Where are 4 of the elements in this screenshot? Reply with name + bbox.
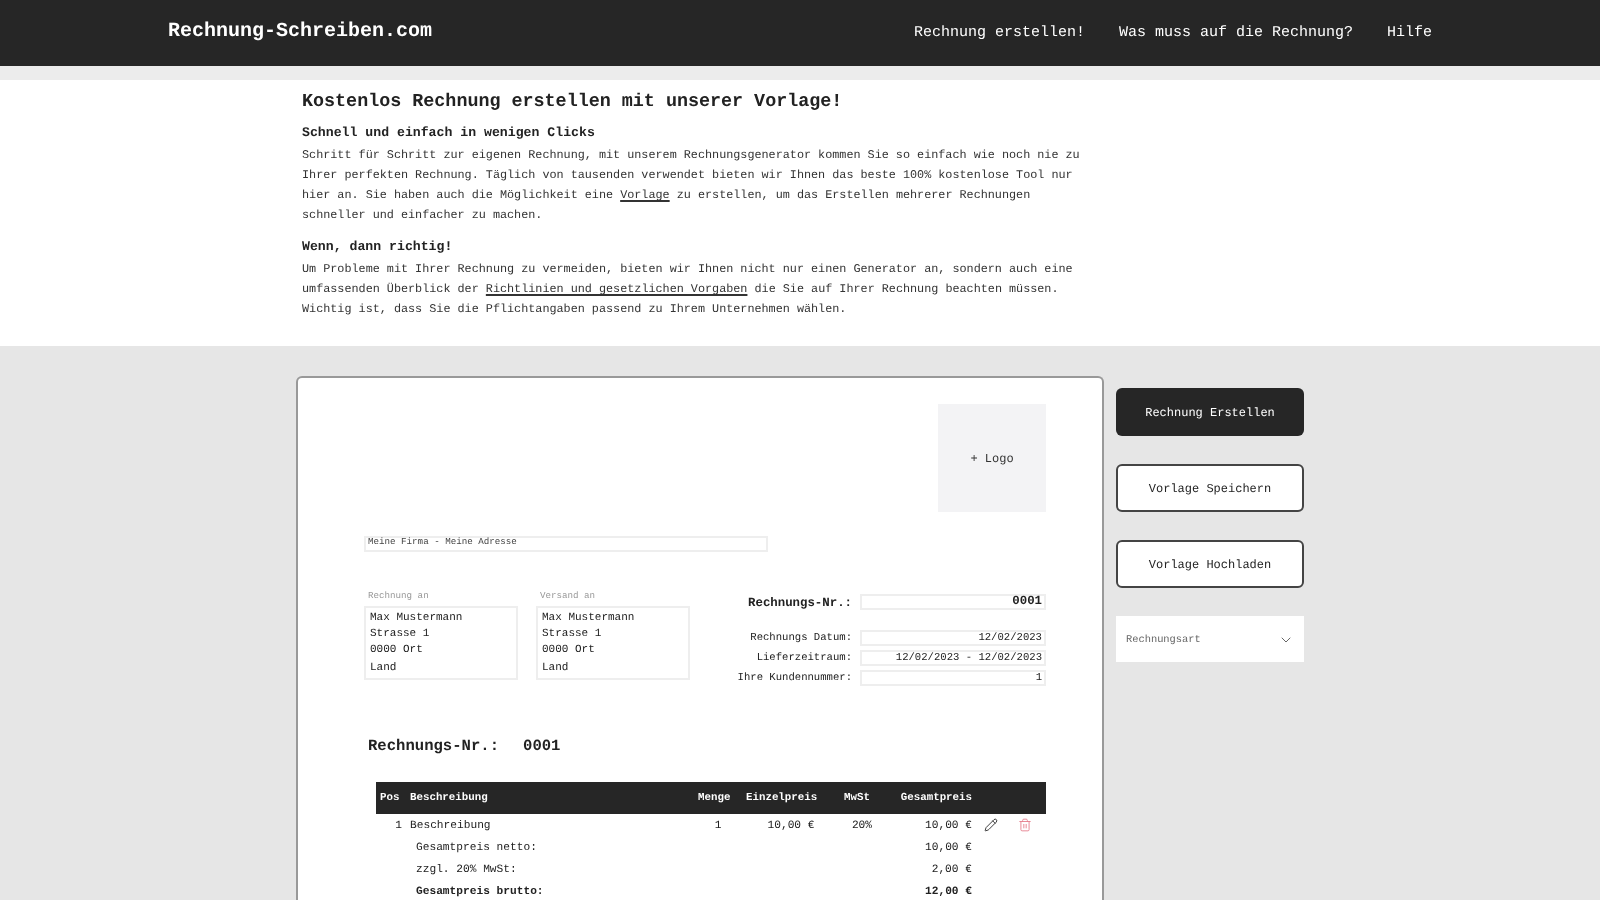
delete-icon[interactable]	[1018, 818, 1032, 832]
site-logo[interactable]: Rechnung-Schreiben.com	[168, 22, 433, 44]
edit-icon[interactable]	[983, 818, 997, 832]
page-title: Kostenlos Rechnung erstellen mit unserer Vorlage!	[302, 90, 845, 112]
